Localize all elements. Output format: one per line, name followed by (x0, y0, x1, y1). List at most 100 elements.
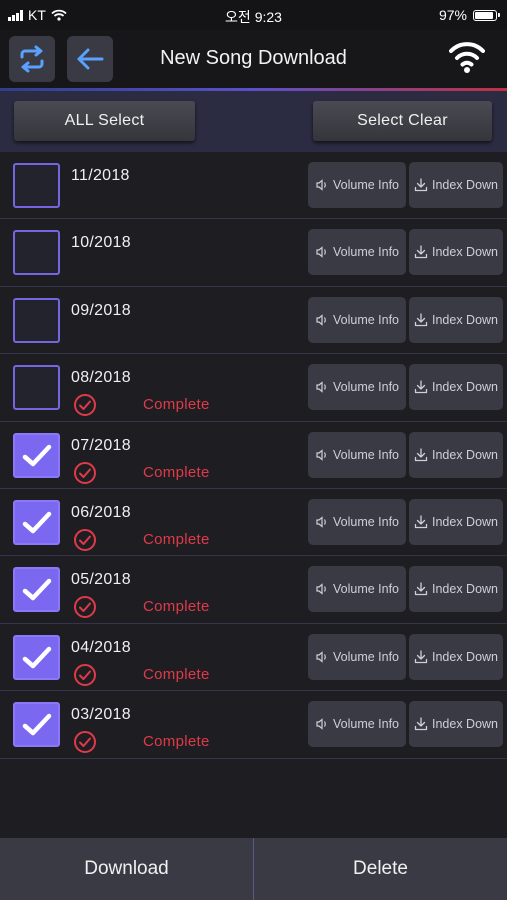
volume-info-button[interactable]: Volume Info (308, 162, 406, 208)
speaker-icon (316, 650, 326, 663)
list-item: 04/2018 Complete Volume Info Index Down (0, 623, 507, 692)
checkmark-icon (22, 511, 52, 534)
status-label: Complete (143, 463, 210, 481)
volume-info-label: Volume Info (332, 312, 399, 327)
status-label: Complete (143, 396, 210, 414)
status-label: Complete (143, 598, 210, 616)
row-checkbox[interactable] (13, 567, 60, 613)
volume-info-label: Volume Info (332, 245, 399, 260)
month-label: 09/2018 (71, 301, 131, 319)
complete-check-icon (74, 394, 96, 417)
download-icon (414, 717, 428, 731)
wifi-status (449, 40, 485, 79)
row-checkbox[interactable] (13, 702, 60, 748)
selection-toolbar: ALL Select Select Clear (0, 91, 507, 152)
speaker-icon (316, 314, 326, 326)
month-label: 07/2018 (71, 436, 131, 454)
download-icon (414, 313, 428, 326)
delete-button[interactable]: Delete (254, 838, 507, 900)
status-bar: KT 오전 9:23 97% (0, 0, 507, 30)
row-checkbox[interactable] (13, 365, 60, 411)
index-down-button[interactable]: Index Down (409, 633, 503, 680)
speaker-icon (316, 516, 326, 528)
list-item: 09/2018 Volume Info Index Down (0, 286, 507, 355)
volume-info-label: Volume Info (332, 582, 399, 597)
index-down-label: Index Down (431, 178, 498, 192)
volume-info-button[interactable]: Volume Info (308, 701, 406, 748)
nav-header: New Song Download (0, 30, 507, 88)
row-checkbox[interactable] (13, 163, 60, 208)
row-checkbox[interactable] (13, 297, 60, 343)
footer-bar: Download Delete (0, 838, 507, 900)
row-checkbox[interactable] (13, 634, 60, 680)
status-label: Complete (143, 665, 210, 683)
index-down-button[interactable]: Index Down (409, 566, 503, 613)
checkmark-icon (22, 579, 52, 601)
index-down-label: Index Down (431, 380, 498, 395)
speaker-icon (316, 381, 326, 393)
download-icon (414, 380, 428, 394)
volume-info-label: Volume Info (332, 447, 399, 462)
index-down-button[interactable]: Index Down (409, 296, 503, 343)
index-down-button[interactable]: Index Down (409, 162, 503, 208)
status-label: Complete (143, 530, 210, 548)
status-right: 97% (438, 7, 500, 23)
index-down-button[interactable]: Index Down (409, 701, 503, 748)
list-item: 08/2018 Complete Volume Info Index Down (0, 354, 507, 422)
month-label: 06/2018 (71, 503, 131, 521)
row-checkbox[interactable] (13, 432, 60, 478)
download-button[interactable]: Download (0, 838, 253, 900)
page-title: New Song Download (160, 47, 347, 69)
battery-percent: 97% (438, 7, 467, 23)
volume-info-button[interactable]: Volume Info (308, 566, 406, 613)
row-checkbox[interactable] (13, 230, 60, 276)
index-down-button[interactable]: Index Down (409, 364, 503, 411)
month-label: 11/2018 (71, 167, 130, 184)
index-down-button[interactable]: Index Down (409, 229, 503, 276)
index-down-button[interactable]: Index Down (409, 498, 503, 545)
checkmark-icon (22, 646, 52, 668)
volume-info-button[interactable]: Volume Info (308, 364, 406, 411)
wifi-icon (449, 42, 485, 73)
select-clear-button[interactable]: Select Clear (313, 101, 492, 141)
speaker-icon (316, 246, 326, 259)
list-item: 10/2018 Volume Info Index Down (0, 219, 507, 287)
complete-check-icon (74, 461, 96, 484)
download-icon (414, 245, 428, 259)
speaker-icon (316, 718, 326, 730)
status-label: Complete (143, 733, 210, 751)
list-item: 11/2018 Volume Info Index Down (0, 152, 507, 220)
index-down-label: Index Down (431, 514, 498, 529)
download-icon (414, 582, 428, 596)
index-down-label: Index Down (431, 447, 498, 462)
complete-check-icon (74, 528, 96, 551)
index-down-label: Index Down (431, 649, 498, 664)
volume-info-button[interactable]: Volume Info (308, 431, 406, 478)
index-down-label: Index Down (431, 312, 498, 327)
month-label: 10/2018 (71, 234, 131, 252)
complete-check-icon (74, 663, 96, 686)
volume-info-button[interactable]: Volume Info (308, 229, 406, 276)
list-item: 07/2018 Complete Volume Info Index Down (0, 421, 507, 489)
song-month-list: 11/2018 Volume Info Index Down 10/2018 Volum… (0, 152, 507, 759)
volume-info-button[interactable]: Volume Info (308, 633, 406, 680)
list-item: 03/2018 Complete Volume Info Index Down (0, 691, 507, 759)
list-item: 05/2018 Complete Volume Info Index Down (0, 556, 507, 624)
download-icon (414, 650, 428, 663)
volume-info-label: Volume Info (332, 717, 399, 732)
index-down-button[interactable]: Index Down (409, 431, 503, 478)
checkmark-icon (22, 444, 52, 466)
volume-info-button[interactable]: Volume Info (308, 296, 406, 343)
month-label: 03/2018 (71, 706, 131, 724)
all-select-button[interactable]: ALL Select (14, 101, 195, 141)
speaker-icon (316, 448, 326, 461)
battery-icon (473, 9, 500, 21)
download-icon (414, 447, 428, 461)
index-down-label: Index Down (431, 717, 498, 732)
status-time: 오전 9:23 (225, 9, 282, 25)
volume-info-button[interactable]: Volume Info (308, 498, 406, 545)
speaker-icon (316, 179, 326, 191)
complete-check-icon (74, 731, 96, 754)
row-checkbox[interactable] (13, 499, 60, 545)
download-icon (414, 178, 428, 192)
